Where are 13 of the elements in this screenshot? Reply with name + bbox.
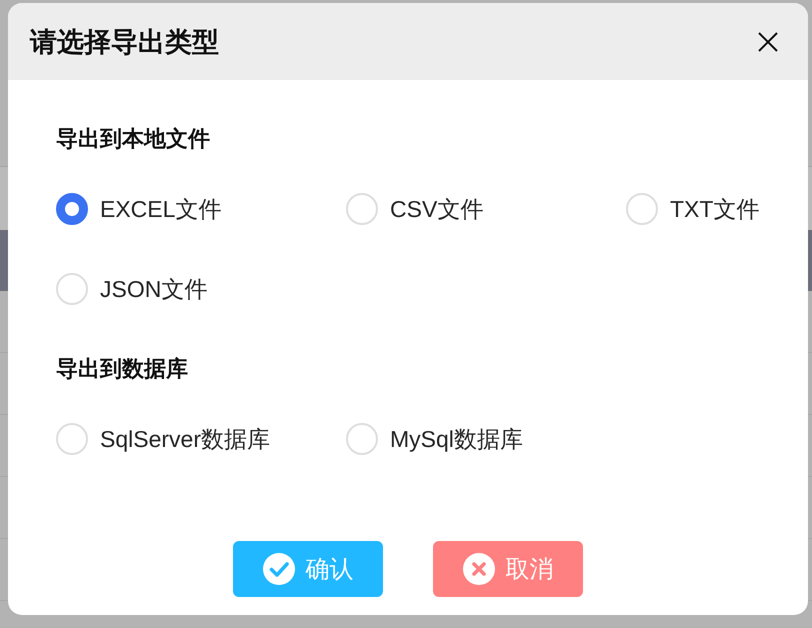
dialog-title: 请选择导出类型 [30,26,219,58]
option-label[interactable]: JSON文件 [100,274,208,304]
section-heading: 导出到本地文件 [56,126,211,152]
option-label[interactable]: TXT文件 [670,194,760,224]
radio-button[interactable] [56,193,88,225]
check-circle-icon [262,553,294,585]
option-label[interactable]: EXCEL文件 [100,194,222,224]
close-icon[interactable] [758,32,778,52]
option-label[interactable]: MySql数据库 [390,424,523,454]
option-label[interactable]: SqlServer数据库 [100,424,270,454]
cross-circle-icon [462,553,494,585]
section-heading: 导出到数据库 [56,356,189,382]
option-label[interactable]: CSV文件 [390,194,484,224]
